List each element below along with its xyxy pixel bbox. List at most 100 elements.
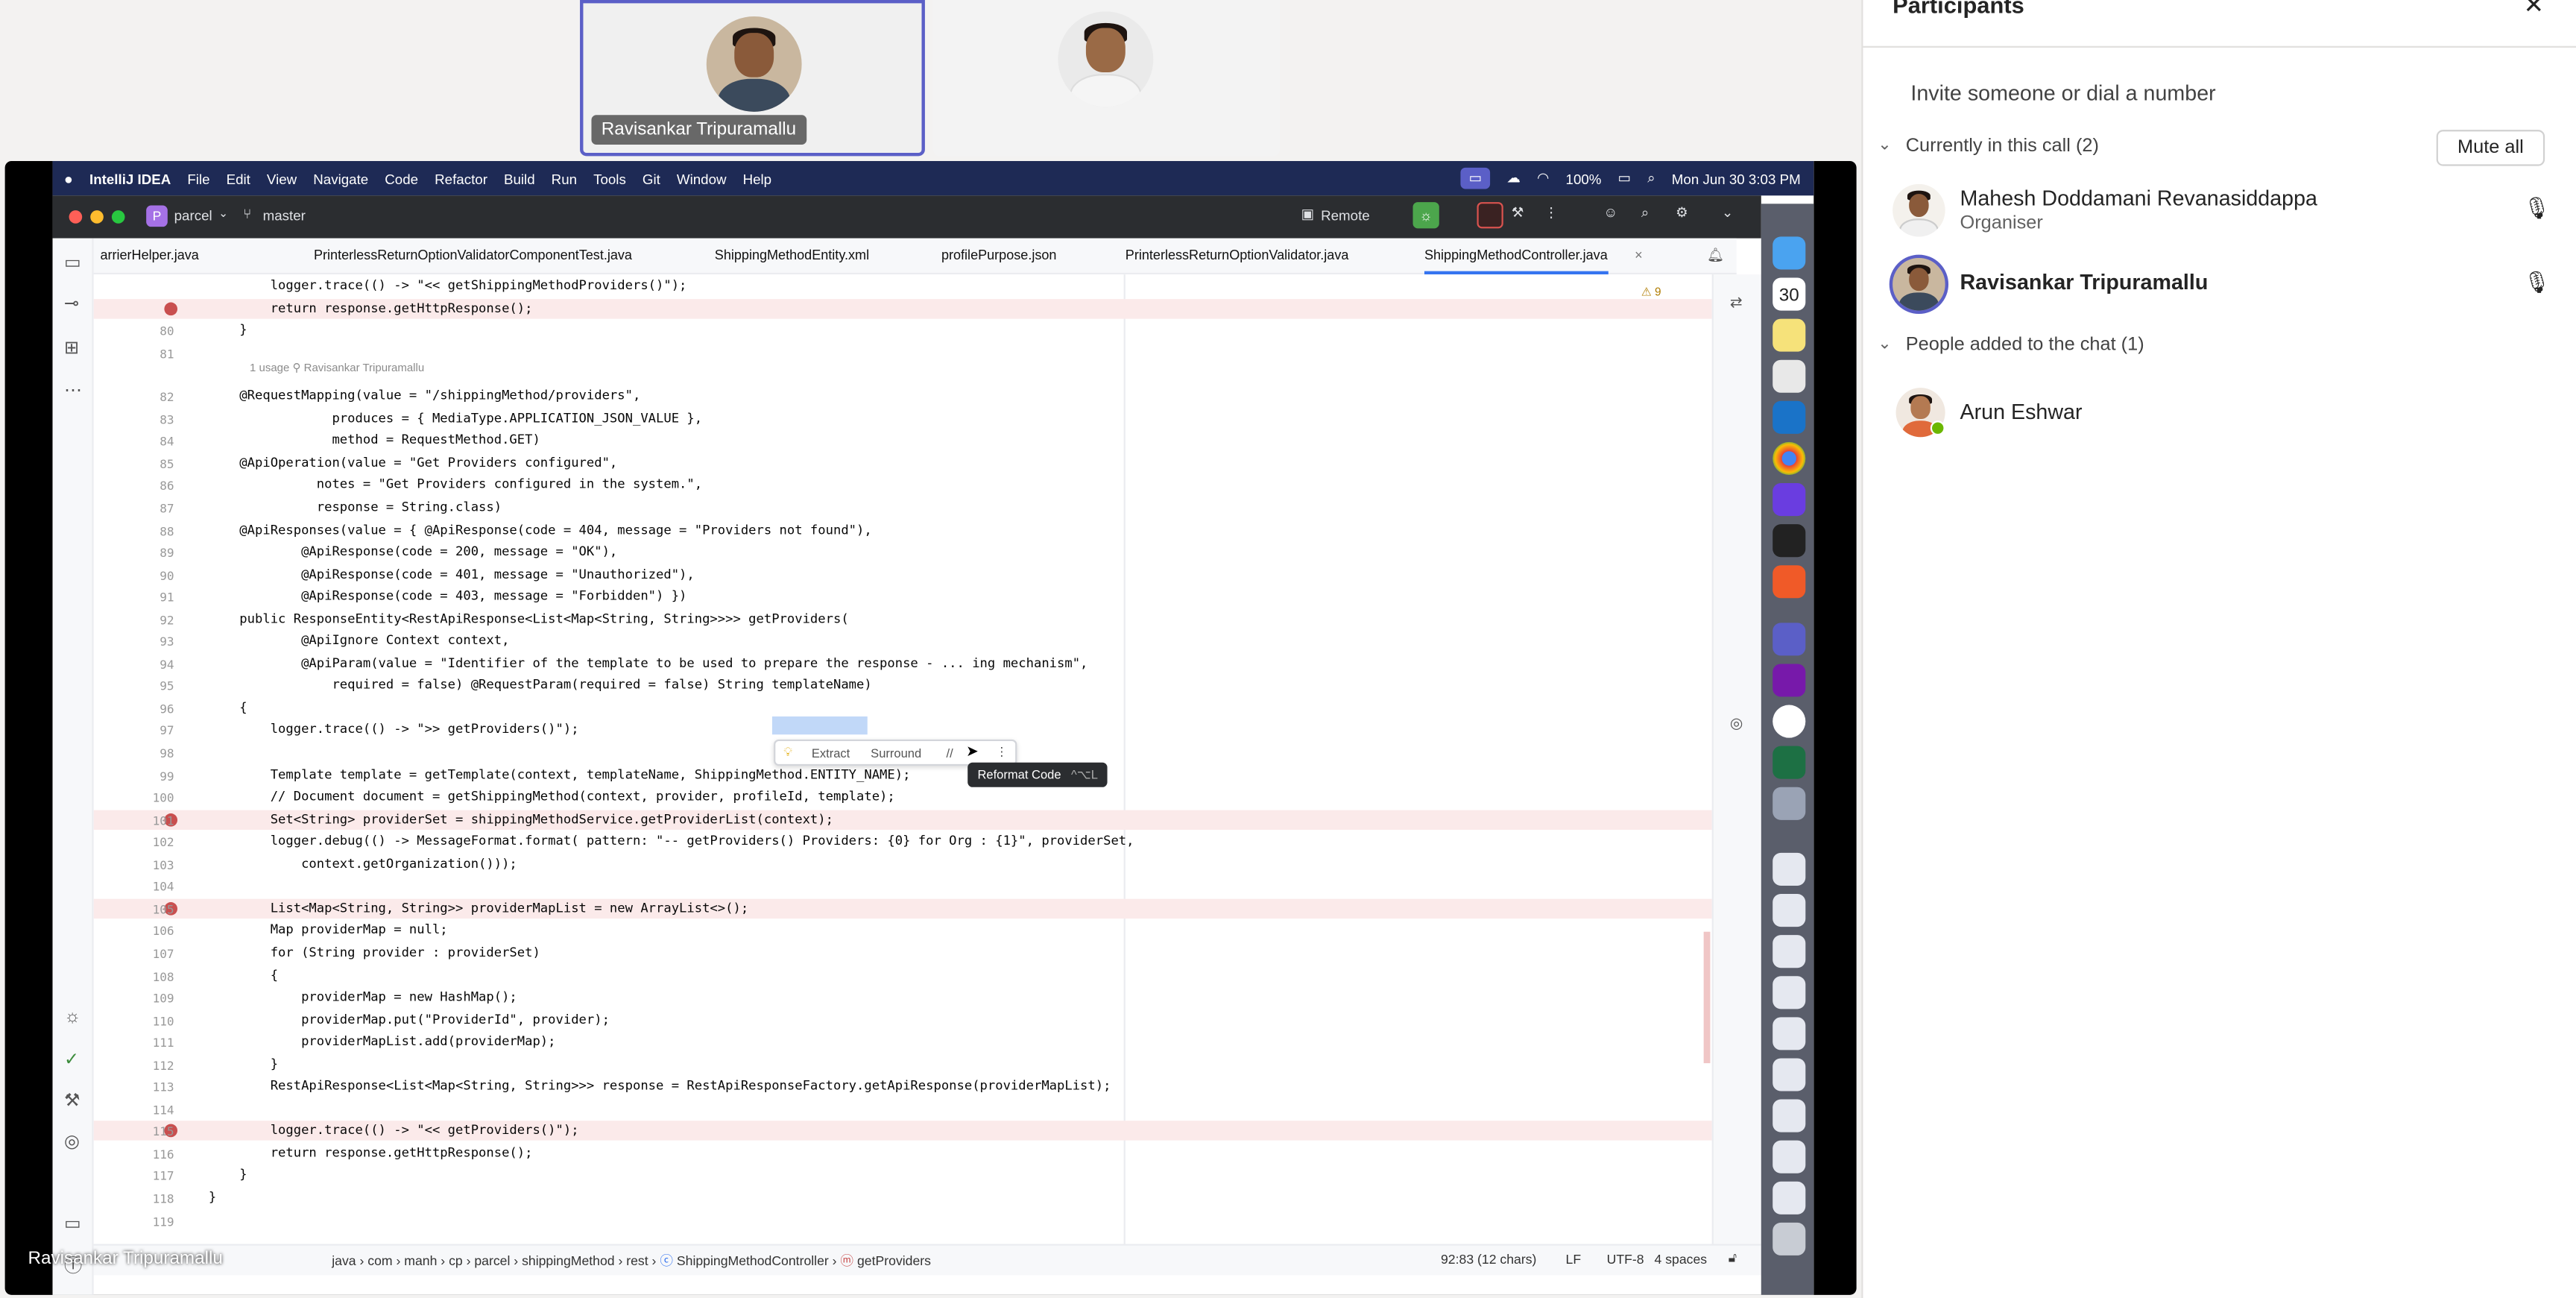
terminal-icon[interactable]: ▭ xyxy=(64,1213,81,1234)
breadcrumb-item[interactable]: rest xyxy=(626,1254,648,1269)
code-line[interactable]: context.getOrganization())); xyxy=(209,856,517,871)
comment-action-icon[interactable]: // xyxy=(947,746,953,761)
zoom-window-dot[interactable] xyxy=(111,210,125,224)
window-thumbnail[interactable] xyxy=(1772,1181,1806,1214)
breadcrumb-item[interactable]: shippingMethod xyxy=(522,1254,614,1269)
menu-help[interactable]: Help xyxy=(743,170,772,186)
window-thumbnail[interactable] xyxy=(1772,894,1806,927)
finder-icon[interactable] xyxy=(1772,236,1806,270)
excel-icon[interactable] xyxy=(1772,746,1806,779)
breadcrumb-item[interactable]: com xyxy=(367,1254,392,1269)
code-line[interactable]: @ApiOperation(value = "Get Providers con… xyxy=(209,455,617,470)
window-thumbnail[interactable] xyxy=(1772,1017,1806,1050)
cursor-position[interactable]: 92:83 (12 chars) xyxy=(1441,1253,1536,1267)
user-icon[interactable]: ☺ xyxy=(1603,204,1617,220)
section-header-in-call[interactable]: Currently in this call (2) xyxy=(1906,136,2099,156)
menu-run[interactable]: Run xyxy=(552,170,577,186)
menu-file[interactable]: File xyxy=(187,170,209,186)
code-editor[interactable]: 1 usage ⚲ Ravisankar Tripuramallu ⚠ 9 lo… xyxy=(93,274,1712,1244)
folder-icon[interactable]: ▭ xyxy=(64,251,81,272)
editor-tab-active[interactable]: ShippingMethodController.java xyxy=(1424,239,1608,275)
code-line[interactable]: } xyxy=(209,1190,216,1205)
menu-window[interactable]: Window xyxy=(677,170,727,186)
code-line[interactable]: @ApiResponse(code = 401, message = "Unau… xyxy=(209,567,695,582)
participant-name[interactable]: Ravisankar Tripuramallu xyxy=(1960,269,2208,294)
breadcrumb-item[interactable]: parcel xyxy=(474,1254,510,1269)
editor-tab[interactable]: PrinterlessReturnOptionValidatorComponen… xyxy=(314,239,632,274)
code-line[interactable]: response = String.class) xyxy=(209,500,502,514)
section-header-added[interactable]: People added to the chat (1) xyxy=(1906,335,2144,355)
code-line[interactable]: @ApiResponse(code = 403, message = "Forb… xyxy=(209,588,686,603)
code-line[interactable]: @ApiResponses(value = { @ApiResponse(cod… xyxy=(209,522,872,537)
editor-app-icon[interactable] xyxy=(1772,565,1806,599)
code-line[interactable]: List<Map<String, String>> providerMapLis… xyxy=(209,901,748,916)
onenote-icon[interactable] xyxy=(1772,664,1806,697)
window-thumbnail[interactable] xyxy=(1772,1058,1806,1091)
chevron-down-icon[interactable]: ⌄ xyxy=(1878,136,1891,154)
menu-view[interactable]: View xyxy=(267,170,297,186)
launchpad-icon[interactable] xyxy=(1772,359,1806,393)
code-line[interactable]: } xyxy=(209,322,247,337)
code-line[interactable]: @ApiIgnore Context context, xyxy=(209,633,509,648)
microphone-icon[interactable]: 🎙︎ xyxy=(2523,269,2550,295)
code-line[interactable]: Template template = getTemplate(context,… xyxy=(209,766,911,781)
minimize-window-dot[interactable] xyxy=(90,210,104,224)
trash-icon[interactable] xyxy=(1772,1222,1806,1256)
window-thumbnail[interactable] xyxy=(1772,852,1806,886)
code-line[interactable]: { xyxy=(209,700,247,715)
stop-icon[interactable] xyxy=(1477,202,1503,229)
editor-tab[interactable]: arrierHelper.java xyxy=(100,239,198,274)
code-line[interactable]: @ApiResponse(code = 200, message = "OK")… xyxy=(209,544,617,559)
build-tool-icon[interactable]: ⚒ xyxy=(64,1089,80,1111)
code-line[interactable]: required = false) @RequestParam(required… xyxy=(209,678,872,693)
code-line[interactable]: // Document document = getShippingMethod… xyxy=(209,789,895,804)
menu-build[interactable]: Build xyxy=(504,170,535,186)
code-line[interactable]: produces = { MediaType.APPLICATION_JSON_… xyxy=(209,410,702,425)
code-line[interactable]: } xyxy=(209,1056,278,1071)
line-separator[interactable]: LF xyxy=(1566,1253,1582,1267)
run-config-selector[interactable]: Remote xyxy=(1321,207,1370,224)
indent-setting[interactable]: 4 spaces xyxy=(1655,1253,1708,1267)
editor-tab[interactable]: PrinterlessReturnOptionValidator.java xyxy=(1126,239,1349,274)
code-line[interactable]: Set<String> providerSet = shippingMethod… xyxy=(209,811,833,826)
surround-action[interactable]: Surround xyxy=(871,746,921,761)
code-line[interactable]: providerMapList.add(providerMap); xyxy=(209,1034,555,1049)
more-icon[interactable]: ⋮ xyxy=(1544,204,1559,221)
lightbulb-icon[interactable]: 💡︎ xyxy=(783,744,792,760)
branch-selector[interactable]: master xyxy=(263,207,306,224)
microphone-icon[interactable]: 🎙︎ xyxy=(2523,195,2550,221)
code-line[interactable]: } xyxy=(209,1168,247,1182)
outlook-icon[interactable] xyxy=(1772,400,1806,434)
calendar-icon[interactable]: 30 xyxy=(1772,277,1806,311)
chevron-down-icon[interactable]: ⌄ xyxy=(1878,335,1891,353)
participant-name[interactable]: Mahesh Doddamani Revanasiddappa xyxy=(1960,186,2317,210)
chatgpt-icon[interactable] xyxy=(1772,705,1806,738)
menu-code[interactable]: Code xyxy=(385,170,418,186)
menu-tools[interactable]: Tools xyxy=(593,170,626,186)
breadcrumb-item[interactable]: manh xyxy=(404,1254,437,1269)
menu-refactor[interactable]: Refactor xyxy=(435,170,487,186)
search-icon[interactable]: ⌕ xyxy=(1641,204,1650,221)
video-tile-presenter[interactable]: Ravisankar Tripuramallu xyxy=(580,0,925,157)
notifications-icon[interactable]: 🔔︎ xyxy=(1707,239,1724,274)
chevron-down-icon[interactable]: ⌄ xyxy=(1722,204,1734,221)
code-line[interactable]: @ApiParam(value = "Identifier of the tem… xyxy=(209,655,1088,670)
breadcrumb-item[interactable]: getProviders xyxy=(857,1254,931,1269)
extract-action[interactable]: Extract xyxy=(812,746,850,761)
breadcrumb-item[interactable]: ShippingMethodController xyxy=(677,1254,829,1269)
menu-git[interactable]: Git xyxy=(643,170,660,186)
ai-assistant-icon[interactable]: ◎ xyxy=(1730,715,1743,733)
commit-icon[interactable]: ⊸ xyxy=(64,292,79,314)
code-line[interactable]: providerMap.put("ProviderId", provider); xyxy=(209,1012,610,1027)
code-line[interactable]: logger.debug(() -> MessageFormat.format(… xyxy=(209,834,1134,848)
settings-gear-icon[interactable]: ⚙ xyxy=(1676,204,1688,221)
code-line[interactable]: logger.trace(() -> "<< getProviders()"); xyxy=(209,1123,579,1138)
code-line[interactable]: logger.trace(() -> "<< getShippingMethod… xyxy=(209,277,687,292)
code-line[interactable]: method = RequestMethod.GET) xyxy=(209,432,540,447)
usage-hint[interactable]: 1 usage ⚲ Ravisankar Tripuramallu xyxy=(250,362,424,374)
intellij-icon[interactable] xyxy=(1772,483,1806,517)
code-line[interactable]: return response.getHttpResponse(); xyxy=(209,1145,533,1160)
video-tile-participant[interactable] xyxy=(932,0,1280,157)
participant-name[interactable]: Arun Eshwar xyxy=(1960,400,2082,424)
editor-tab[interactable]: profilePurpose.json xyxy=(941,239,1056,274)
